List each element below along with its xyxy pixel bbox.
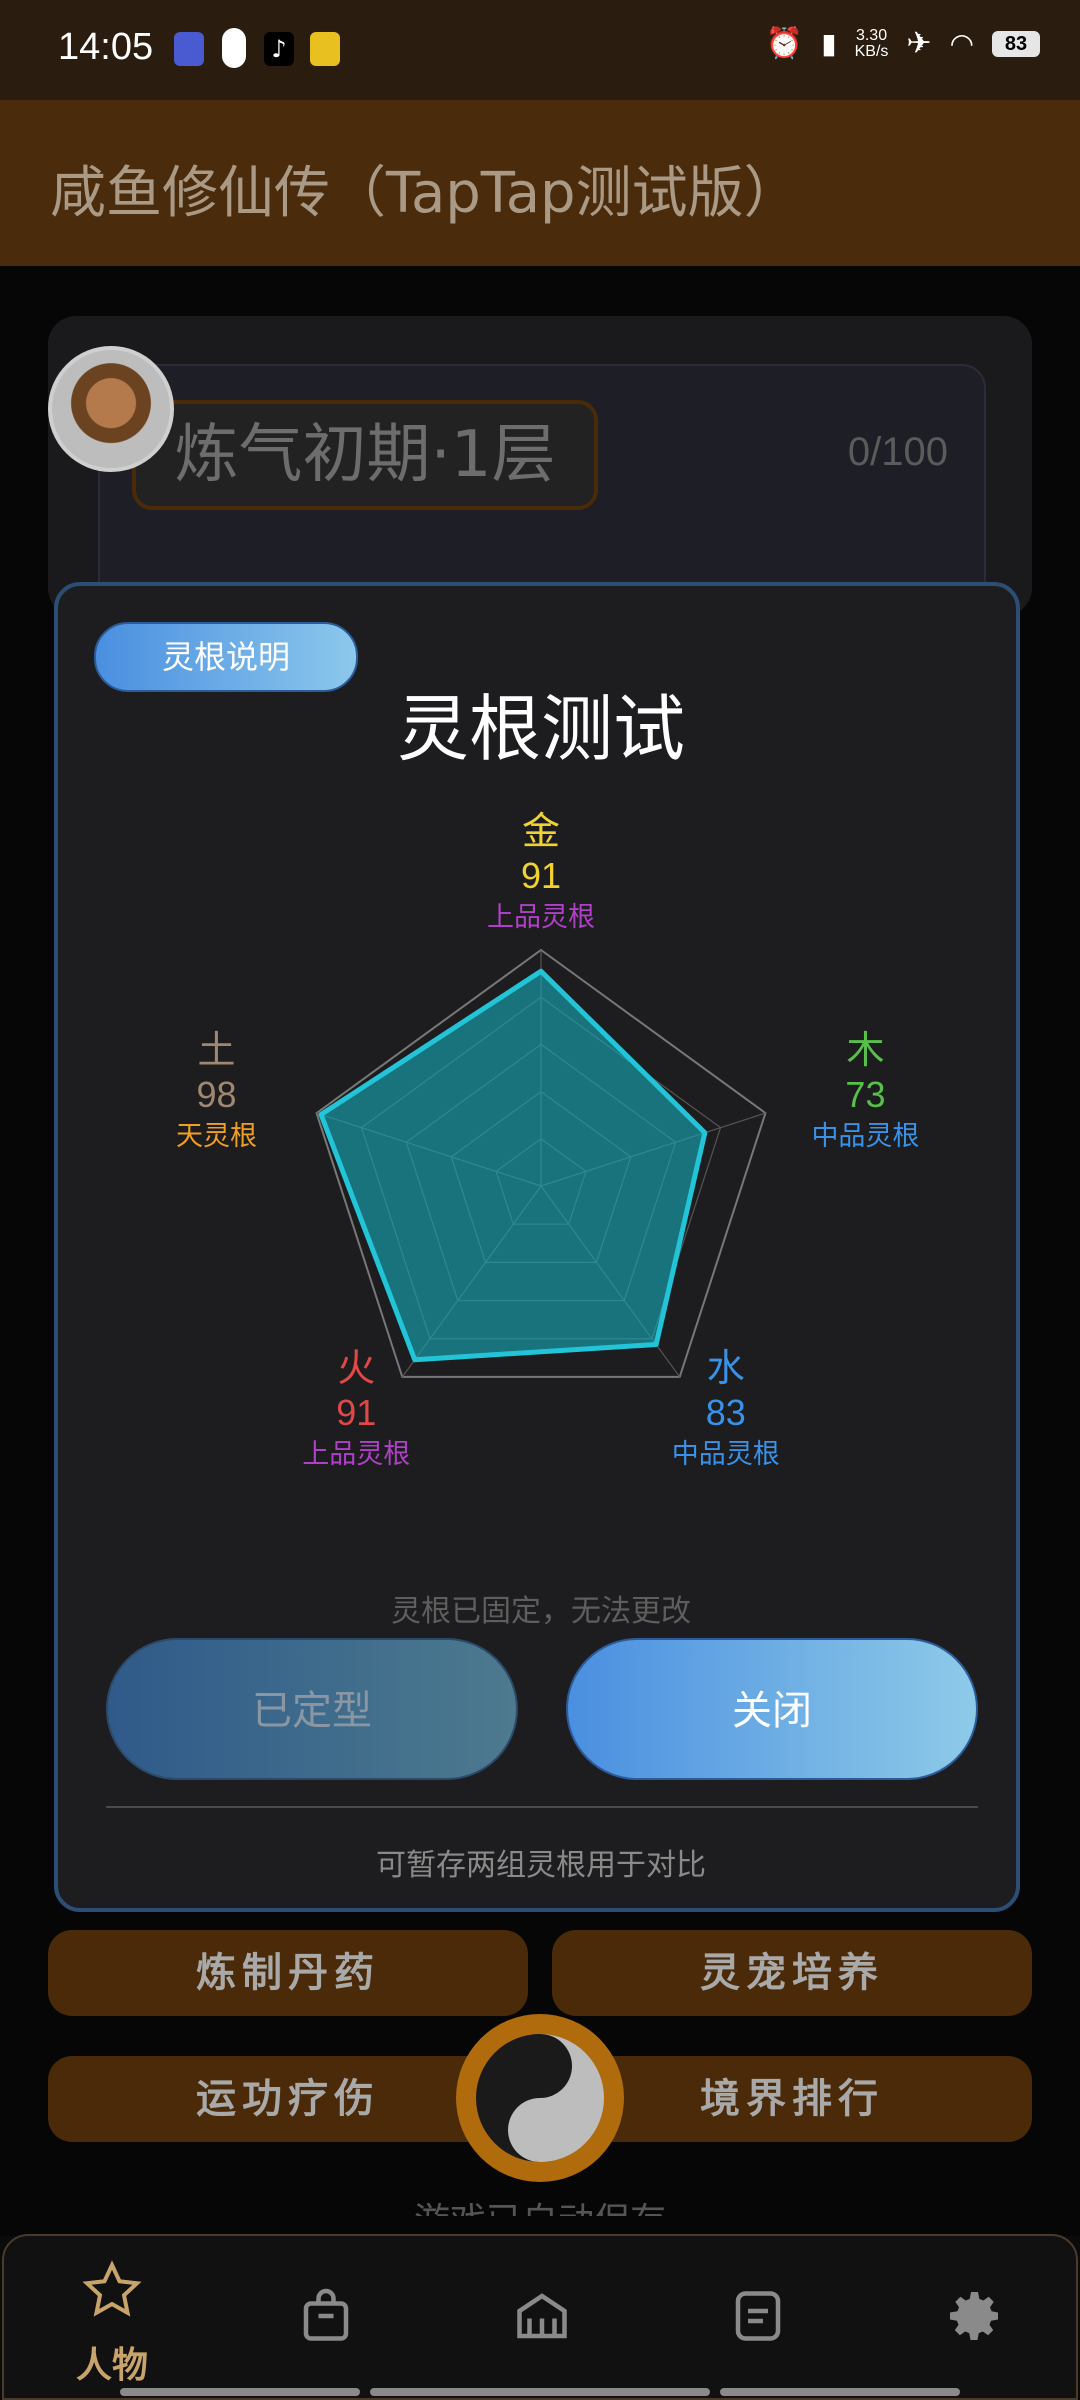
radar-grade-label: 上品灵根 xyxy=(487,902,595,933)
cultivation-progress: 0/100 xyxy=(847,430,948,474)
home-indicator xyxy=(370,2388,710,2396)
radar-grade-label: 天灵根 xyxy=(176,1121,257,1152)
net-speed: 3.30 KB/s xyxy=(854,26,889,60)
airplane-icon: ✈ xyxy=(906,27,932,60)
home-indicator xyxy=(120,2388,360,2396)
radar-grade-label: 中品灵根 xyxy=(672,1439,780,1470)
app-icon-blue xyxy=(174,32,204,66)
vibrate-icon: ▮ xyxy=(821,28,837,59)
spirit-pet-button[interactable]: 灵宠培养 xyxy=(552,1930,1032,2016)
net-speed-unit: KB/s xyxy=(854,42,889,60)
battery-icon: 83 xyxy=(992,30,1040,57)
compare-hint: 可暂存两组灵根用于对比 xyxy=(376,1848,706,1883)
refine-pill-button[interactable]: 炼制丹药 xyxy=(48,1930,528,2016)
status-bar: 14:05 ♪ ⏰ ▮ 3.30 KB/s ✈ ◠ 83 xyxy=(0,0,1080,100)
app-title: 咸鱼修仙传（TapTap测试版） xyxy=(50,161,800,226)
radar-axis-label: 水 xyxy=(707,1346,745,1390)
spirit-root-test-dialog: 灵根说明 灵根测试 金 91 上品灵根木 73 中品灵根水 83 中品灵根火 91 上品灵根土 9… xyxy=(54,582,1020,1912)
spirit-root-radar-chart: 金91上品灵根木73中品灵根水83中品灵根火91上品灵根土98天灵根 xyxy=(176,809,919,1470)
radar-axis-label: 土 xyxy=(198,1028,236,1072)
app-title-bar: 咸鱼修仙传（TapTap测试版） xyxy=(0,100,1080,266)
avatar[interactable] xyxy=(48,346,174,472)
app-icon-yellow xyxy=(310,32,340,66)
nav-character[interactable]: 人物 xyxy=(52,2260,172,2386)
nav-bag[interactable] xyxy=(266,2260,386,2380)
net-speed-value: 3.30 xyxy=(855,26,888,44)
radar-axis-label: 火 xyxy=(337,1346,375,1390)
tiktok-icon: ♪ xyxy=(264,32,294,66)
radar-grade-label: 上品灵根 xyxy=(302,1439,410,1470)
fixed-button: 已定型 xyxy=(106,1638,518,1780)
gear-icon xyxy=(950,2292,998,2340)
radar-value-label: 91 xyxy=(521,855,561,896)
bottom-nav: 人物 xyxy=(2,2234,1078,2400)
bag-icon xyxy=(303,2288,349,2341)
nav-home[interactable] xyxy=(482,2260,602,2380)
locked-hint: 灵根已固定，无法更改 xyxy=(391,1594,691,1629)
nav-label-character: 人物 xyxy=(75,2345,148,2386)
pill-icon xyxy=(222,28,246,68)
realm-ranking-button[interactable]: 境界排行 xyxy=(552,2056,1032,2142)
nav-settings[interactable] xyxy=(914,2260,1034,2380)
radar-value-label: 83 xyxy=(706,1392,746,1433)
star-icon xyxy=(82,2260,142,2317)
nav-tasks[interactable] xyxy=(698,2260,818,2380)
list-icon xyxy=(735,2291,781,2341)
radar-axis-label: 金 xyxy=(522,809,560,853)
divider xyxy=(106,1806,978,1808)
close-button[interactable]: 关闭 xyxy=(566,1638,978,1780)
radar-value-label: 98 xyxy=(197,1074,237,1115)
radar-grade-label: 中品灵根 xyxy=(811,1121,919,1152)
home-indicator xyxy=(720,2388,960,2396)
radar-axis-label: 木 xyxy=(846,1028,884,1072)
alarm-icon: ⏰ xyxy=(765,27,804,60)
yinyang-icon[interactable] xyxy=(456,2014,624,2182)
realm-label: 炼气初期·1层 xyxy=(132,400,598,510)
autosave-text: 游戏已自动保存 xyxy=(0,2192,1080,2216)
home-icon xyxy=(517,2293,567,2339)
status-time: 14:05 xyxy=(58,26,154,68)
wifi-icon: ◠ xyxy=(949,28,974,59)
radar-value-label: 73 xyxy=(845,1074,885,1115)
radar-value-label: 91 xyxy=(336,1392,376,1433)
